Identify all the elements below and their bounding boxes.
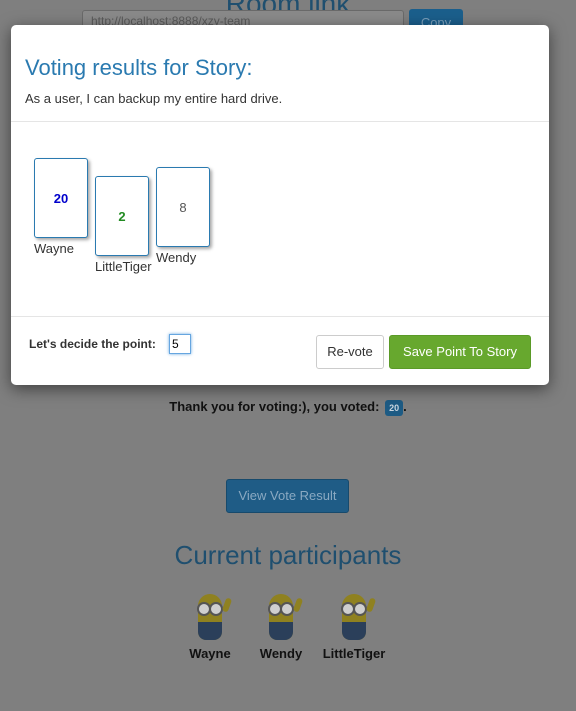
participant-name: Wendy [259, 646, 303, 661]
point-input[interactable] [169, 334, 191, 354]
vote-card-wayne: 20 Wayne [34, 158, 88, 256]
voter-name: LittleTiger [95, 259, 152, 274]
vote-card-value: 20 [34, 158, 88, 238]
participant-wendy: Wendy [241, 590, 321, 661]
revote-button[interactable]: Re-vote [316, 335, 384, 369]
minion-avatar-icon [190, 590, 233, 644]
minion-avatar-icon [334, 590, 377, 644]
vote-card-value: 8 [156, 167, 210, 247]
minion-avatar-icon [261, 590, 304, 644]
story-description: As a user, I can backup my entire hard d… [25, 91, 283, 106]
vote-card-value: 2 [95, 176, 149, 256]
save-point-button[interactable]: Save Point To Story [389, 335, 531, 369]
voter-name: Wendy [156, 250, 197, 265]
voter-name: Wayne [34, 241, 74, 256]
vote-card-wendy: 8 Wendy [156, 167, 210, 265]
modal-footer: Let's decide the point: Re-vote Save Poi… [11, 316, 549, 386]
vote-cards: 20 Wayne 2 LittleTiger 8 Wendy [11, 121, 549, 315]
vote-card-littletiger: 2 LittleTiger [95, 176, 152, 274]
participant-name: Wayne [189, 646, 231, 661]
thanks-message: Thank you for voting:), you voted: 20. [169, 399, 407, 416]
view-vote-result-button[interactable]: View Vote Result [226, 479, 349, 513]
voting-results-modal: Voting results for Story: As a user, I c… [11, 25, 549, 385]
participant-wayne: Wayne [170, 590, 250, 661]
decide-point-label: Let's decide the point: [29, 337, 156, 351]
vote-value: 2 [118, 208, 126, 224]
participants-title: Current participants [174, 540, 402, 570]
voted-badge: 20 [385, 399, 404, 416]
modal-header: Voting results for Story: As a user, I c… [11, 25, 549, 122]
participant-littletiger: LittleTiger [314, 590, 394, 661]
participant-name: LittleTiger [322, 646, 386, 661]
vote-value: 20 [53, 190, 69, 206]
thanks-text: Thank you for voting:), you voted: [169, 399, 380, 414]
vote-value: 8 [179, 199, 187, 215]
modal-title: Voting results for Story: [25, 55, 253, 80]
